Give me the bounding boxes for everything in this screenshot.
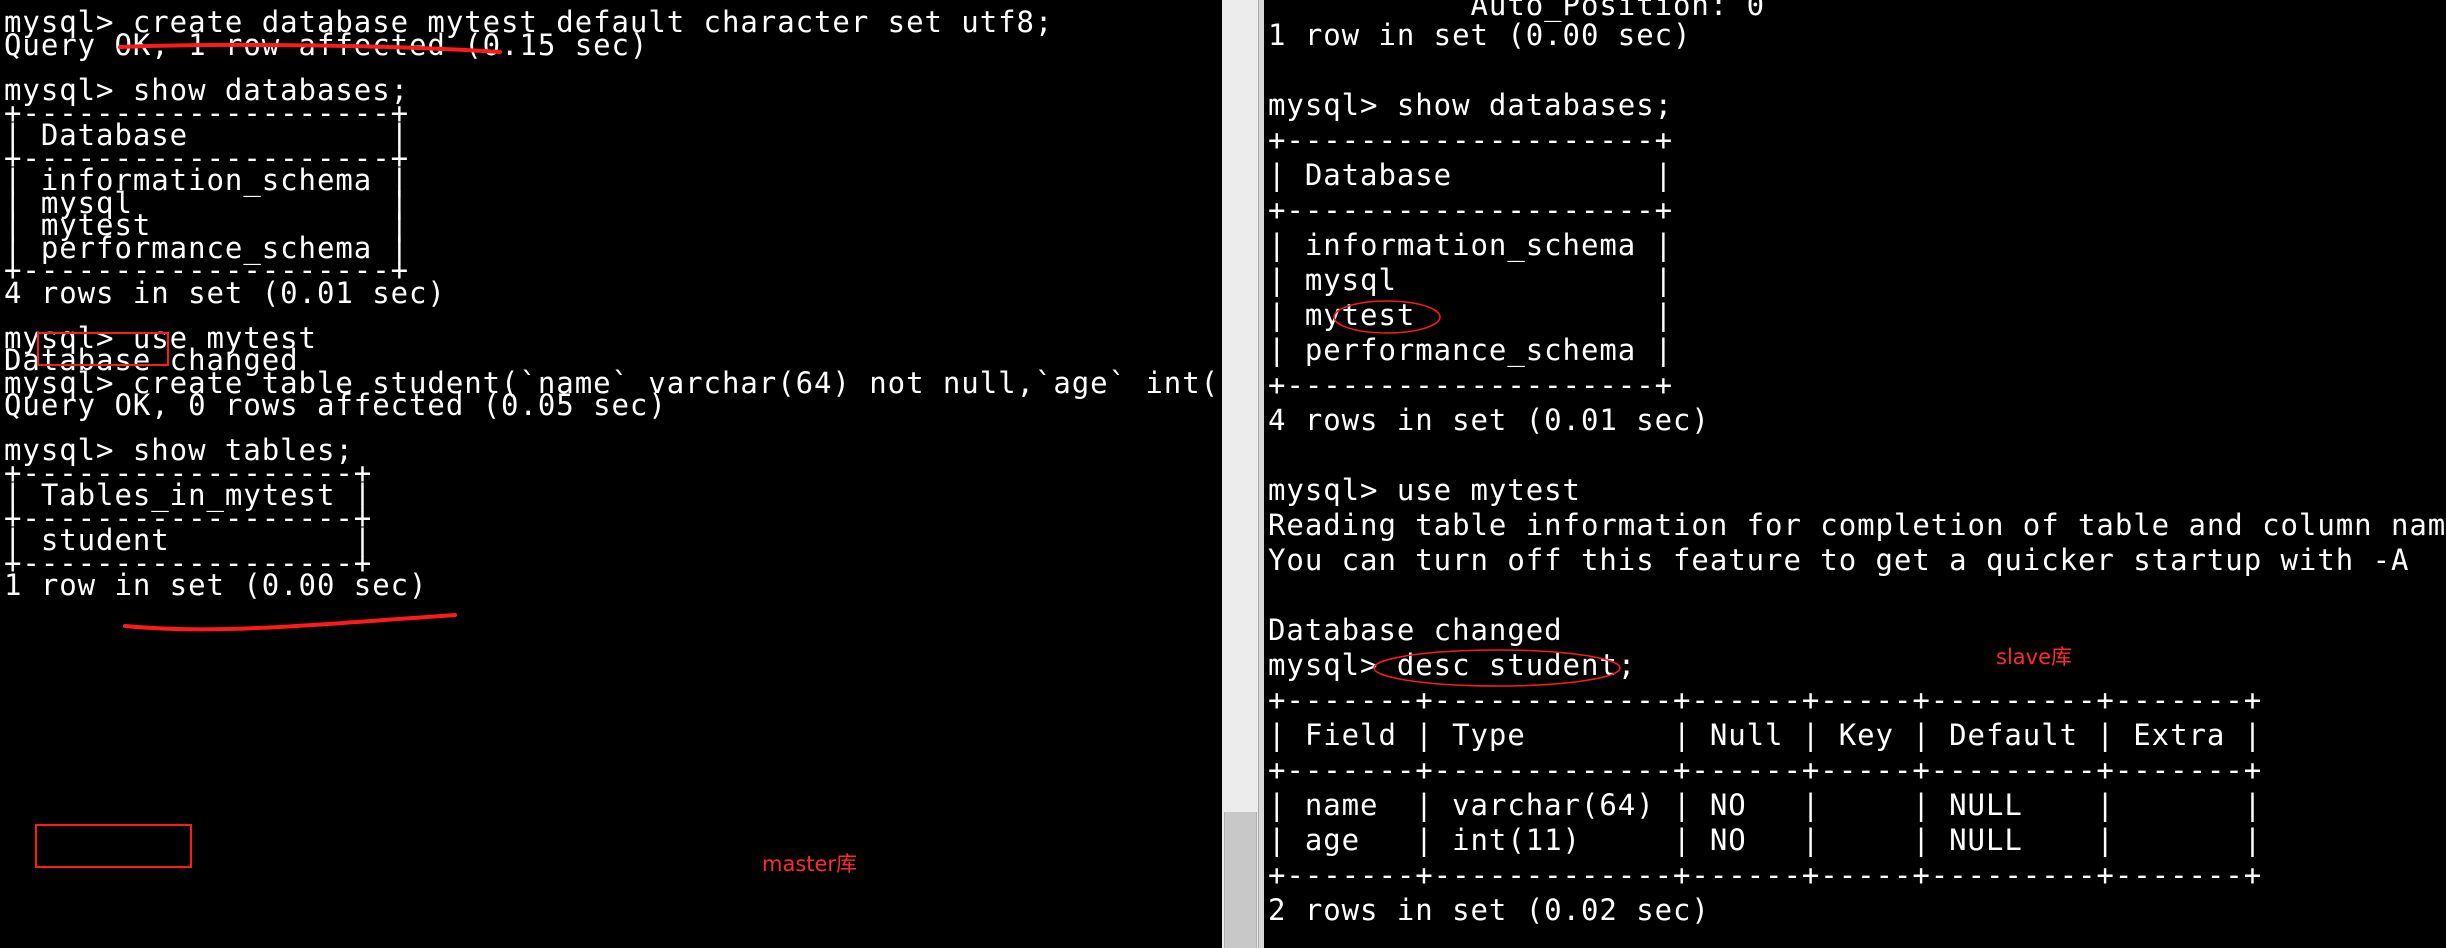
terminal-line: Query OK, 0 rows affected (0.05 sec) (4, 388, 667, 422)
terminal-line: 1 row in set (0.00 sec) (4, 568, 428, 602)
terminal-line: +--------------------+ (1268, 368, 1674, 402)
terminal-line: +-------+-------------+------+-----+----… (1268, 858, 2263, 892)
terminal-line: | Field | Type | Null | Key | Default | … (1268, 718, 2263, 752)
screenshot-root: mysql> create database mytest default ch… (0, 0, 2446, 948)
slave-terminal-pane[interactable]: Auto_Position: 0 1 row in set (0.00 sec)… (1264, 0, 2446, 948)
terminal-line: 4 rows in set (0.01 sec) (1268, 403, 1710, 437)
terminal-line: | information_schema | (1268, 228, 1674, 262)
terminal-line: You can turn off this feature to get a q… (1268, 543, 2410, 577)
master-annotation-label: master库 (762, 852, 858, 876)
terminal-line: Database changed (1268, 613, 1563, 647)
terminal-line: mysql> use mytest (1268, 473, 1581, 507)
terminal-line: mysql> desc student; (1268, 648, 1637, 682)
terminal-line: +-------+-------------+------+-----+----… (1268, 683, 2263, 717)
slave-annotation-label: slave库 (1996, 645, 2072, 669)
terminal-line: 4 rows in set (0.01 sec) (4, 276, 446, 310)
terminal-line: | Database | (1268, 158, 1674, 192)
terminal-line: 1 row in set (0.00 sec) (1268, 18, 1692, 52)
terminal-line: | performance_schema | (1268, 333, 1674, 367)
terminal-line: | name | varchar(64) | NO | | NULL | | (1268, 788, 2263, 822)
terminal-line: | age | int(11) | NO | | NULL | | (1268, 823, 2263, 857)
terminal-line: | mytest | (1268, 298, 1674, 332)
terminal-line: 2 rows in set (0.02 sec) (1268, 893, 1710, 927)
terminal-line: mysql> show databases; (1268, 88, 1674, 122)
terminal-line: Reading table information for completion… (1268, 508, 2446, 542)
terminal-line: +--------------------+ (1268, 193, 1674, 227)
terminal-line: +--------------------+ (1268, 123, 1674, 157)
terminal-line: | mysql | (1268, 263, 1674, 297)
terminal-line: Query OK, 1 row affected (0.15 sec) (4, 28, 649, 62)
master-terminal-pane[interactable]: mysql> create database mytest default ch… (0, 0, 1222, 948)
terminal-line: +-------+-------------+------+-----+----… (1268, 753, 2263, 787)
scrollbar-thumb[interactable] (1224, 812, 1257, 948)
